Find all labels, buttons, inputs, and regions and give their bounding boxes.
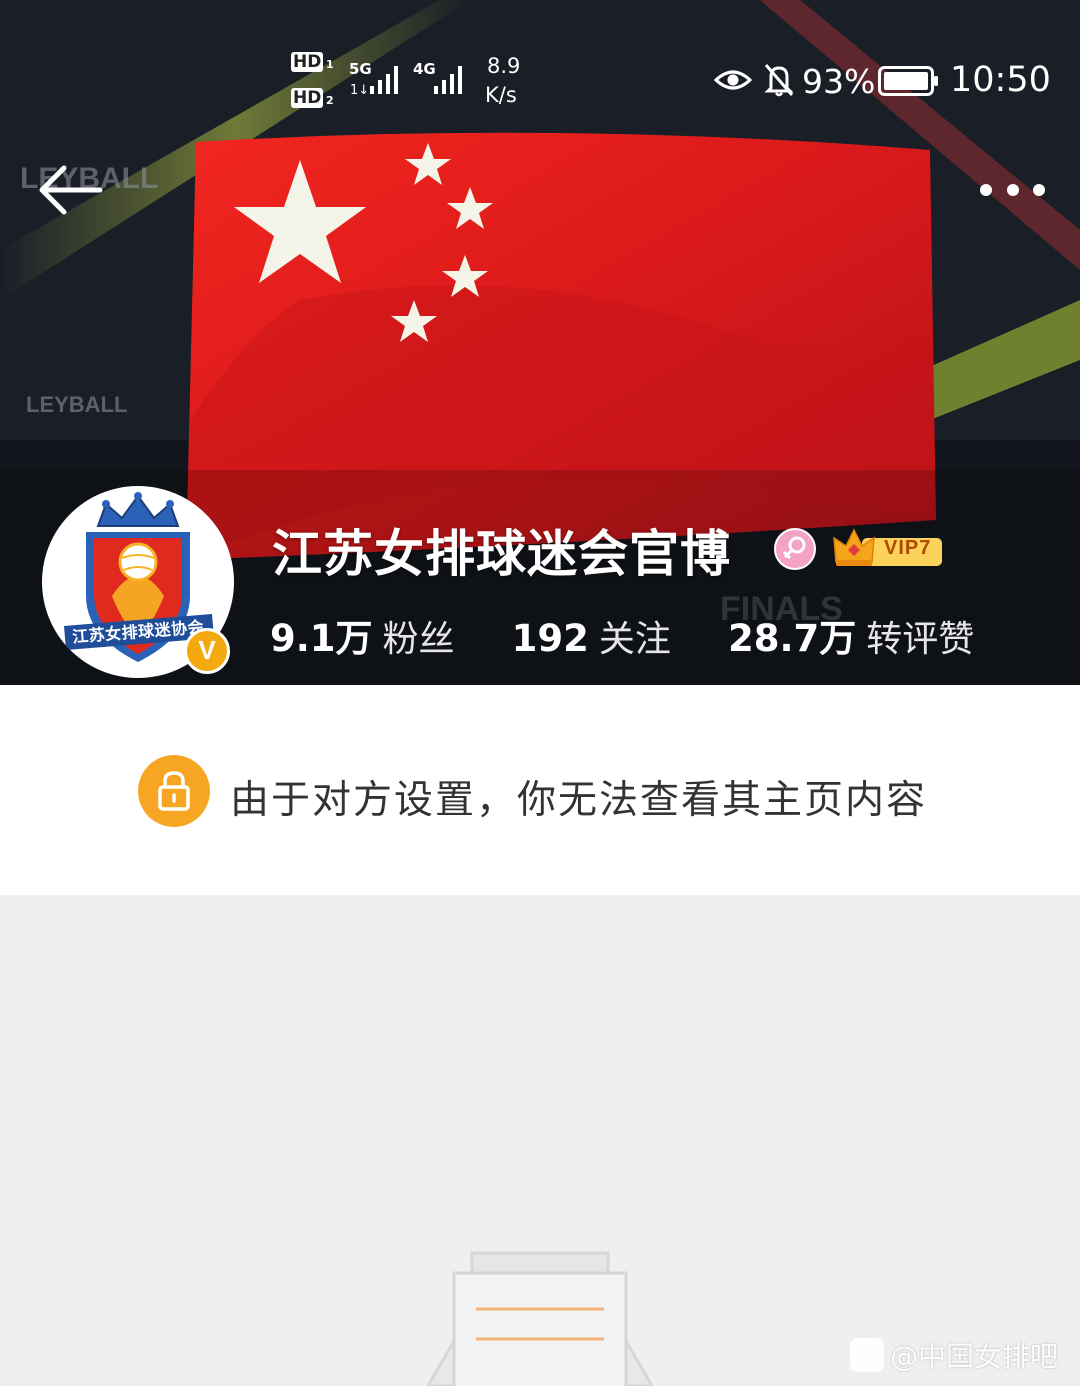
privacy-notice-section: 由于对方设置，你无法查看其主页内容 <box>0 685 1080 895</box>
more-dots-icon <box>980 184 1045 196</box>
followers-label: 粉丝 <box>382 619 455 660</box>
profile-name: 江苏女排球迷会官博 <box>272 525 731 583</box>
svg-text:LEYBALL: LEYBALL <box>26 392 127 417</box>
verified-badge: V <box>184 628 230 674</box>
network-speed-unit: K/s <box>485 83 517 107</box>
battery-percent: 93% <box>802 62 876 101</box>
privacy-notice-text: 由于对方设置，你无法查看其主页内容 <box>230 778 928 823</box>
weibo-logo-icon <box>850 1338 884 1372</box>
more-options-button[interactable] <box>968 170 1058 210</box>
signal-icon-1: 1↓ <box>350 66 398 98</box>
following-label: 关注 <box>598 619 671 660</box>
sim1-index: 1 <box>326 58 334 71</box>
battery-icon <box>878 66 938 96</box>
sim2-index: 2 <box>326 94 334 107</box>
empty-content-area: @中国女排吧 <box>0 895 1080 1386</box>
clock: 10:50 <box>950 60 1051 100</box>
followers-stat[interactable]: 9.1万 粉丝 <box>270 608 455 662</box>
signal-icon-2 <box>434 66 462 94</box>
vip-label: VIP7 <box>884 537 932 559</box>
watermark: @中国女排吧 <box>850 1335 1058 1375</box>
eye-icon <box>714 70 752 90</box>
network-speed-value: 8.9 <box>487 54 521 78</box>
sim2-label: HD <box>291 88 324 108</box>
back-button[interactable] <box>34 158 106 222</box>
female-gender-icon <box>774 528 816 570</box>
followers-count: 9.1万 <box>270 617 373 660</box>
status-bar: HD 1 HD 2 5G 1↓ 4G 8.9 K/s 93% 10:50 <box>0 0 1080 120</box>
bell-muted-icon <box>764 64 794 97</box>
profile-cover: LEYBALL LEYBALL FINALS HD 1 HD 2 5G 1↓ 4… <box>0 0 1080 685</box>
watermark-text: @中国女排吧 <box>890 1340 1059 1373</box>
following-stat[interactable]: 192 关注 <box>512 610 671 662</box>
lock-icon <box>138 755 210 827</box>
svg-text:1↓: 1↓ <box>350 83 369 98</box>
sim1-label: HD <box>291 52 324 72</box>
profile-stats: 9.1万 粉丝 192 关注 28.7万 转评赞 <box>270 608 1026 660</box>
arrow-left-icon <box>39 165 103 215</box>
empty-box-illustration <box>426 1251 654 1386</box>
following-count: 192 <box>511 617 589 660</box>
interactions-count: 28.7万 <box>728 617 857 660</box>
interactions-stat[interactable]: 28.7万 转评赞 <box>728 608 974 662</box>
interactions-label: 转评赞 <box>866 619 975 660</box>
